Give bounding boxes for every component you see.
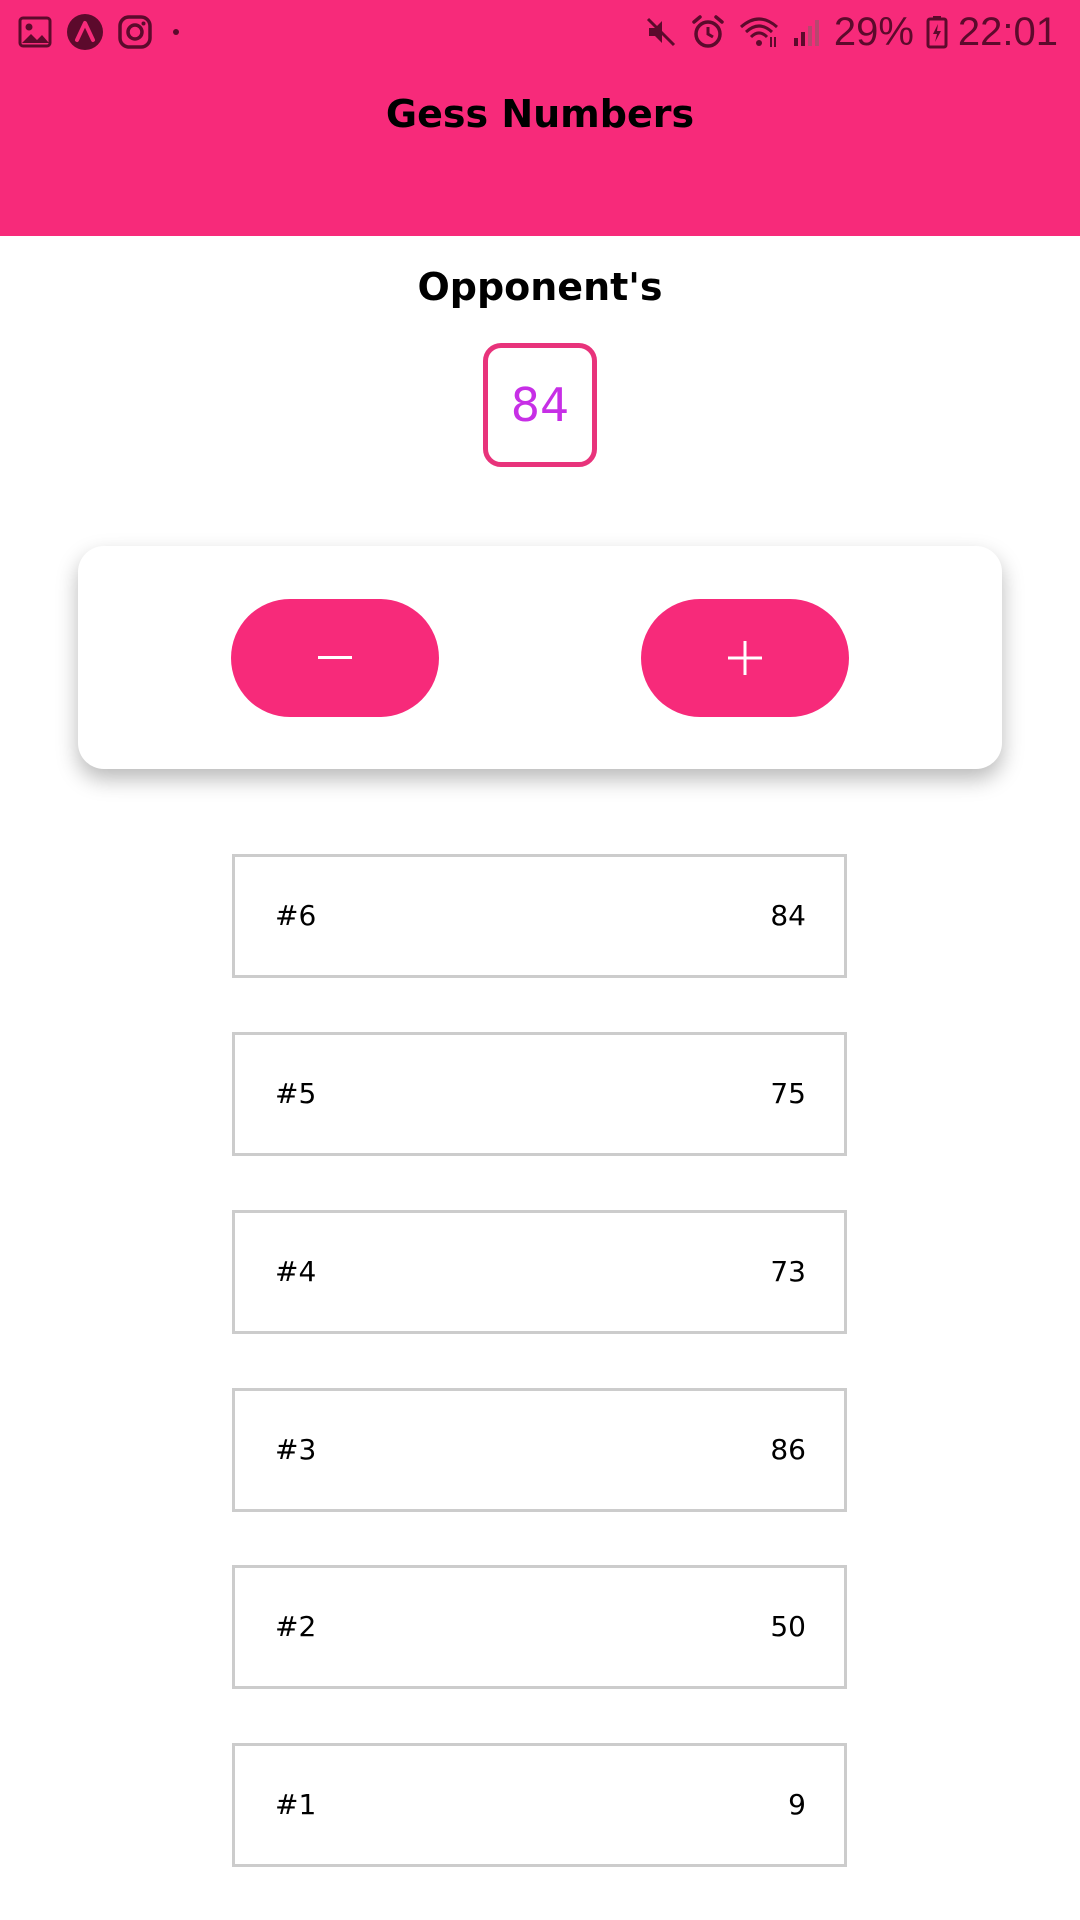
guess-row: #4 73 — [232, 1210, 847, 1334]
clock: 22:01 — [957, 9, 1058, 54]
battery-percent: 29% — [833, 9, 914, 54]
guess-value: 75 — [770, 1077, 806, 1110]
guess-index: #2 — [275, 1610, 317, 1643]
lower-button[interactable] — [231, 599, 439, 717]
status-left — [18, 0, 200, 64]
opponent-label: Opponent's — [417, 265, 663, 309]
guess-value: 86 — [770, 1433, 806, 1466]
guess-value: 73 — [770, 1255, 806, 1288]
guess-value: 84 — [770, 899, 806, 932]
gallery-icon — [18, 16, 52, 48]
guess-row: #3 86 — [232, 1388, 847, 1512]
guess-row: #1 9 — [232, 1743, 847, 1867]
plus-icon — [728, 641, 762, 675]
battery-icon — [926, 15, 948, 49]
instagram-icon — [118, 15, 152, 49]
page-title: Gess Numbers — [385, 92, 695, 136]
guess-value: 9 — [788, 1788, 806, 1821]
guess-index: #1 — [275, 1788, 317, 1821]
guess-index: #3 — [275, 1433, 317, 1466]
guess-index: #5 — [275, 1077, 317, 1110]
guess-index: #6 — [275, 899, 317, 932]
alarm-icon — [690, 14, 726, 50]
guess-row: #6 84 — [232, 854, 847, 978]
signal-icon — [792, 16, 824, 48]
control-card — [78, 546, 1002, 769]
status-bar: 29% 22:01 — [0, 0, 1080, 64]
app-header: 29% 22:01 Gess Numbers — [0, 0, 1080, 236]
wifi-icon — [738, 15, 780, 49]
minus-icon — [318, 656, 352, 659]
app-logo-icon — [66, 13, 104, 51]
guess-index: #4 — [275, 1255, 317, 1288]
mute-icon — [644, 15, 678, 49]
status-right: 29% 22:01 — [632, 0, 1058, 64]
opponent-guess: 84 — [483, 343, 597, 467]
greater-button[interactable] — [641, 599, 849, 717]
guess-row: #2 50 — [232, 1565, 847, 1689]
guess-value: 50 — [770, 1610, 806, 1643]
guess-row: #5 75 — [232, 1032, 847, 1156]
dot-icon — [166, 22, 186, 42]
